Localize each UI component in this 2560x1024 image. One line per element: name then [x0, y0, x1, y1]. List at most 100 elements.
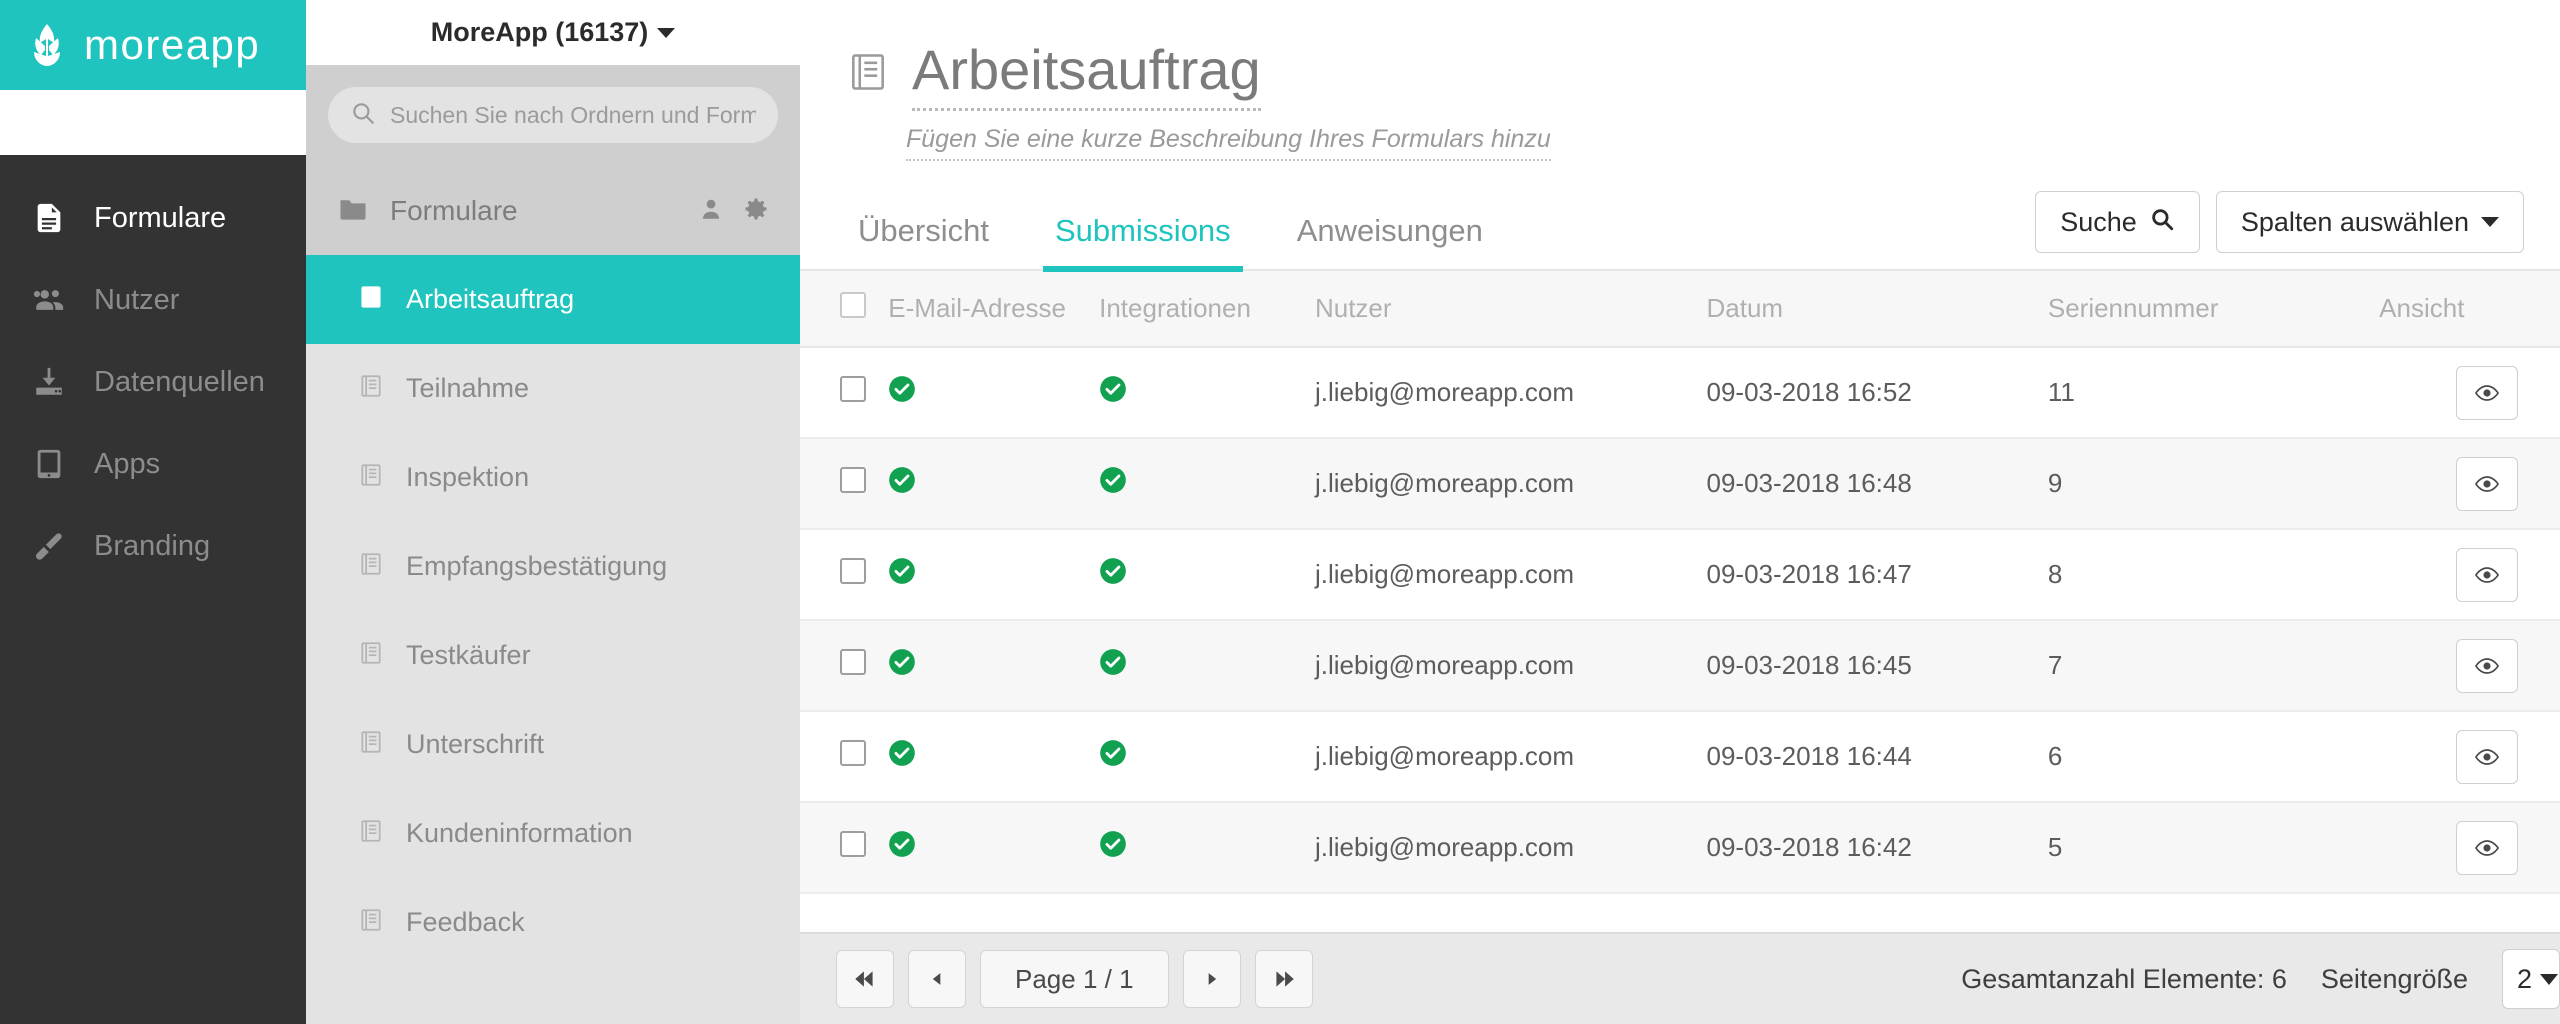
logo-gap-spacer — [0, 90, 306, 155]
table-row[interactable]: j.liebig@moreapp.com 09-03-2018 16:52 11 — [800, 347, 2560, 440]
cell-view — [2369, 620, 2560, 713]
next-page-button[interactable] — [1182, 950, 1241, 1008]
sidebar-item-label: Apps — [94, 447, 161, 480]
row-checkbox[interactable] — [840, 558, 866, 585]
cell-date: 09-03-2018 16:48 — [1696, 438, 2038, 531]
column-date[interactable]: Datum — [1696, 271, 2038, 349]
tab-anweisungen[interactable]: Anweisungen — [1285, 203, 1495, 269]
page-size-select[interactable]: 2 — [2502, 949, 2560, 1009]
tabs: Übersicht Submissions Anweisungen — [846, 203, 1495, 273]
eye-icon[interactable] — [2456, 729, 2518, 784]
form-item-unterschrift[interactable]: Unterschrift — [306, 700, 800, 789]
search-button[interactable]: Suche — [2035, 191, 2200, 254]
form-item-teilnahme[interactable]: Teilnahme — [306, 344, 800, 433]
row-checkbox-cell — [800, 620, 879, 713]
cell-serial: 6 — [2037, 711, 2370, 804]
folder-label: Formulare — [390, 195, 518, 226]
sidebar-item-label: Nutzer — [94, 283, 180, 316]
users-icon — [30, 283, 68, 317]
form-icon — [358, 551, 384, 582]
form-item-label: Teilnahme — [406, 373, 530, 403]
chevron-down-icon — [2481, 217, 2499, 228]
total-items-label: Gesamtanzahl Elemente: 6 — [1961, 963, 2287, 994]
eye-icon[interactable] — [2456, 820, 2518, 875]
form-item-kundeninformation[interactable]: Kundeninformation — [306, 789, 800, 878]
cell-user: j.liebig@moreapp.com — [1304, 529, 1697, 622]
forms-search-box[interactable] — [328, 87, 778, 143]
prev-page-button[interactable] — [908, 950, 966, 1008]
table-header-row: E-Mail-Adresse Integrationen Nutzer Datu… — [800, 271, 2560, 349]
forms-list: Arbeitsauftrag Teilnahme Inspektion Empf… — [306, 255, 800, 1024]
tab-uebersicht[interactable]: Übersicht — [846, 203, 1001, 269]
first-page-button[interactable] — [836, 950, 894, 1008]
account-switcher[interactable]: MoreApp (16137) — [431, 17, 676, 48]
pagination-footer: Page 1 / 1 Gesamtanzahl Elemente: 6 Seit… — [800, 932, 2560, 1024]
row-checkbox[interactable] — [840, 467, 866, 494]
form-icon — [358, 729, 384, 760]
last-page-button[interactable] — [1254, 950, 1313, 1008]
sidebar-item-branding[interactable]: Branding — [0, 505, 306, 587]
left-column: moreapp Formulare Nutzer Datenquellen Ap… — [0, 0, 306, 1024]
sidebar-item-label: Branding — [94, 529, 211, 562]
column-user[interactable]: Nutzer — [1304, 271, 1697, 349]
row-checkbox[interactable] — [840, 831, 866, 858]
form-item-testkaeufer[interactable]: Testkäufer — [306, 611, 800, 700]
table-row[interactable]: j.liebig@moreapp.com 09-03-2018 16:48 9 — [800, 438, 2560, 531]
cell-user: j.liebig@moreapp.com — [1304, 438, 1697, 531]
forms-search-wrap — [306, 65, 800, 167]
form-item-empfangsbestaetigung[interactable]: Empfangsbestätigung — [306, 522, 800, 611]
eye-icon[interactable] — [2456, 365, 2518, 420]
form-icon — [358, 907, 384, 938]
sidebar-item-formulare[interactable]: Formulare — [0, 177, 306, 259]
page-size-value: 2 — [2517, 963, 2533, 994]
page-subtitle[interactable]: Fügen Sie eine kurze Beschreibung Ihres … — [906, 125, 1551, 162]
chevron-down-icon — [2540, 973, 2559, 985]
cell-integration-status — [1089, 620, 1305, 713]
sidebar-item-apps[interactable]: Apps — [0, 423, 306, 505]
form-item-label: Kundeninformation — [406, 818, 633, 848]
column-serial[interactable]: Seriennummer — [2037, 271, 2370, 349]
folder-row-formulare[interactable]: Formulare — [306, 167, 800, 255]
cell-email-status — [878, 802, 1090, 895]
select-columns-button[interactable]: Spalten auswählen — [2215, 191, 2524, 254]
gear-icon[interactable] — [742, 195, 770, 228]
table-row[interactable]: j.liebig@moreapp.com 09-03-2018 16:45 7 — [800, 620, 2560, 713]
row-checkbox[interactable] — [840, 740, 866, 767]
cell-serial: 7 — [2037, 620, 2370, 713]
cell-email-status — [878, 711, 1090, 804]
form-item-label: Unterschrift — [406, 729, 545, 759]
cell-user: j.liebig@moreapp.com — [1304, 620, 1697, 713]
page-title[interactable]: Arbeitsauftrag — [912, 38, 1261, 112]
row-checkbox[interactable] — [840, 376, 866, 403]
page-header: Arbeitsauftrag Fügen Sie eine kurze Besc… — [800, 0, 2560, 162]
form-item-label: Arbeitsauftrag — [406, 284, 575, 314]
table-row[interactable]: j.liebig@moreapp.com 09-03-2018 16:42 5 — [800, 802, 2560, 895]
eye-icon[interactable] — [2456, 456, 2518, 511]
row-checkbox-cell — [800, 347, 879, 440]
sidebar-item-nutzer[interactable]: Nutzer — [0, 259, 306, 341]
form-item-arbeitsauftrag[interactable]: Arbeitsauftrag — [306, 255, 800, 344]
eye-icon[interactable] — [2456, 638, 2518, 693]
cell-date: 09-03-2018 16:47 — [1696, 529, 2038, 622]
form-icon — [358, 818, 384, 849]
column-view: Ansicht — [2369, 271, 2560, 349]
column-integrations[interactable]: Integrationen — [1089, 271, 1305, 349]
search-input[interactable] — [390, 101, 756, 129]
table-row[interactable]: j.liebig@moreapp.com 09-03-2018 16:47 8 — [800, 529, 2560, 622]
folder-icon — [338, 194, 368, 229]
column-email[interactable]: E-Mail-Adresse — [878, 271, 1090, 349]
title-row: Arbeitsauftrag — [846, 38, 2560, 112]
select-columns-label: Spalten auswählen — [2240, 206, 2469, 237]
select-all-checkbox[interactable] — [840, 292, 866, 319]
form-item-feedback[interactable]: Feedback — [306, 878, 800, 967]
row-checkbox-cell — [800, 711, 879, 804]
form-item-inspektion[interactable]: Inspektion — [306, 433, 800, 522]
row-checkbox[interactable] — [840, 649, 866, 676]
eye-icon[interactable] — [2456, 547, 2518, 602]
table-row[interactable]: j.liebig@moreapp.com 09-03-2018 16:44 6 — [800, 711, 2560, 804]
tab-submissions[interactable]: Submissions — [1042, 203, 1243, 273]
search-icon — [350, 100, 376, 131]
sidebar-item-datenquellen[interactable]: Datenquellen — [0, 341, 306, 423]
cell-date: 09-03-2018 16:42 — [1696, 802, 2038, 895]
user-icon[interactable] — [698, 196, 724, 227]
